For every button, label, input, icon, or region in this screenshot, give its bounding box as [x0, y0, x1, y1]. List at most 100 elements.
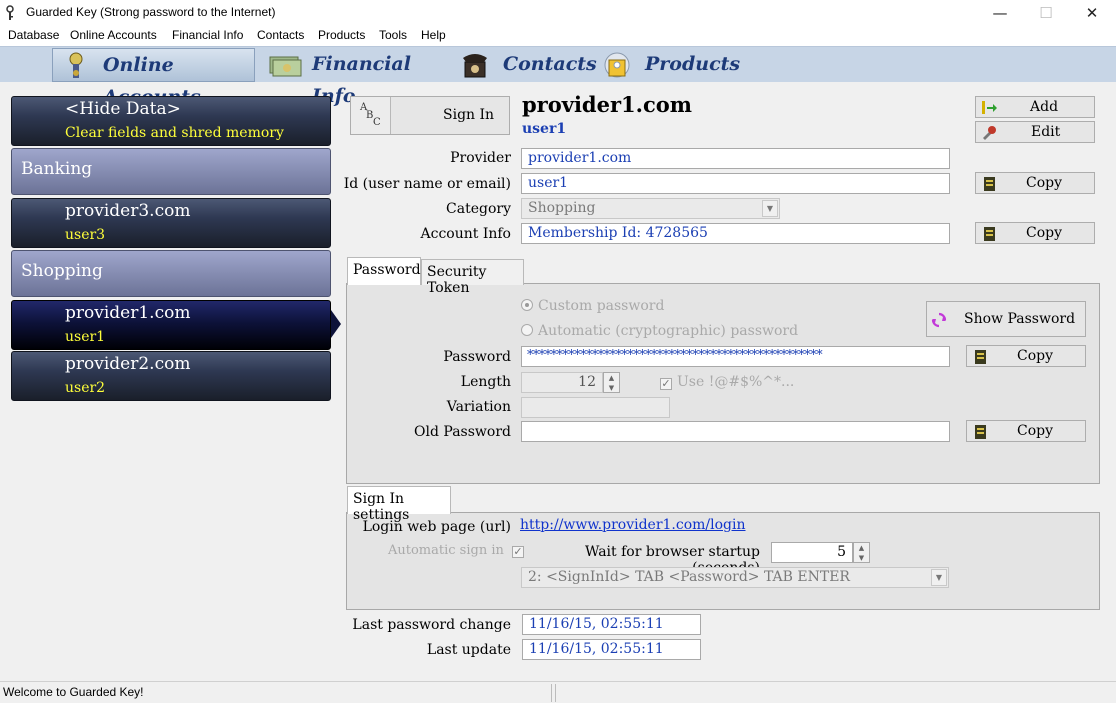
- tab-password[interactable]: Password: [347, 257, 421, 285]
- id-label: Id (user name or email): [343, 176, 511, 192]
- copy-id-button[interactable]: Copy: [975, 172, 1095, 194]
- account-user-subtitle: user1: [522, 121, 567, 137]
- category-label: Category: [446, 201, 511, 217]
- menu-database[interactable]: Database: [8, 28, 59, 42]
- old-password-field[interactable]: [521, 421, 950, 442]
- minimize-button[interactable]: —: [978, 0, 1022, 26]
- category-select[interactable]: Shopping ▼: [521, 198, 780, 219]
- copy-password-button[interactable]: Copy: [966, 345, 1086, 367]
- nav-contacts[interactable]: Contacts: [452, 48, 597, 82]
- length-spinner[interactable]: ▲ ▼: [603, 372, 620, 393]
- spin-up-icon: ▲: [858, 544, 865, 552]
- chevron-down-icon: ▼: [931, 569, 947, 586]
- nav-online-accounts[interactable]: Online Accounts: [52, 48, 255, 108]
- login-url-label: Login web page (url): [362, 519, 511, 535]
- sign-in-label: Sign In: [443, 107, 495, 123]
- length-field[interactable]: 12: [521, 372, 603, 393]
- account-name: provider3.com: [65, 201, 191, 221]
- add-arrow-icon: [982, 101, 997, 114]
- menu-help[interactable]: Help: [421, 28, 446, 42]
- copy-label: Copy: [1026, 225, 1063, 241]
- last-update-field: 11/16/15, 02:55:11: [522, 639, 701, 660]
- nav-products[interactable]: Products: [594, 48, 740, 82]
- list-item-provider3[interactable]: provider3.com user3: [11, 198, 331, 248]
- copy-clipboard-icon: [984, 227, 995, 241]
- copy-label: Copy: [1017, 348, 1054, 364]
- password-field[interactable]: ****************************************…: [521, 346, 950, 367]
- password-label: Password: [443, 349, 511, 365]
- hide-data-title: <Hide Data>: [65, 99, 181, 119]
- list-item-hide-data[interactable]: <Hide Data> Clear fields and shred memor…: [11, 96, 331, 146]
- key-person-icon: [69, 52, 83, 78]
- menu-financial-info[interactable]: Financial Info: [172, 28, 243, 42]
- old-password-label: Old Password: [414, 424, 511, 440]
- selection-arrow: [331, 310, 341, 338]
- sign-in-sequence-select[interactable]: 2: <SignInId> TAB <Password> TAB ENTER ▼: [521, 567, 949, 588]
- sign-in-button[interactable]: A B C Sign In: [350, 96, 510, 135]
- account-name: provider2.com: [65, 354, 191, 374]
- list-item-provider1-selected[interactable]: provider1.com user1: [11, 300, 331, 350]
- menu-online-accounts[interactable]: Online Accounts: [70, 28, 157, 42]
- use-symbols-checkbox[interactable]: ✓ Use !@#$%^*...: [660, 374, 794, 390]
- radio-indicator: [521, 299, 533, 311]
- custom-password-radio[interactable]: Custom password: [521, 298, 664, 314]
- sign-in-sequence-value: 2: <SignInId> TAB <Password> TAB ENTER: [528, 569, 850, 585]
- automatic-password-radio[interactable]: Automatic (cryptographic) password: [521, 323, 798, 339]
- status-bar: Welcome to Guarded Key!: [0, 681, 1116, 703]
- menu-tools[interactable]: Tools: [379, 28, 407, 42]
- add-label: Add: [1030, 99, 1059, 115]
- refresh-icon: [931, 312, 947, 328]
- copy-account-info-button[interactable]: Copy: [975, 222, 1095, 244]
- spin-up-icon: ▲: [608, 374, 615, 382]
- last-password-change-field: 11/16/15, 02:55:11: [522, 614, 701, 635]
- menu-bar: Database Online Accounts Financial Info …: [0, 26, 1116, 46]
- wait-startup-spinner[interactable]: ▲ ▼: [853, 542, 870, 563]
- login-url-link[interactable]: http://www.provider1.com/login: [520, 517, 746, 533]
- id-field[interactable]: user1: [521, 173, 950, 194]
- hide-data-subtitle: Clear fields and shred memory: [65, 125, 284, 141]
- tab-sign-in-settings[interactable]: Sign In settings: [347, 486, 451, 523]
- software-box-icon: [604, 52, 630, 78]
- copy-clipboard-icon: [975, 425, 986, 439]
- status-divider: [551, 684, 552, 702]
- custom-password-label: Custom password: [538, 298, 665, 314]
- edit-button[interactable]: Edit: [975, 121, 1095, 143]
- list-item-provider2[interactable]: provider2.com user2: [11, 351, 331, 401]
- title-bar: Guarded Key (Strong password to the Inte…: [0, 0, 1116, 26]
- status-divider: [555, 684, 556, 702]
- add-button[interactable]: Add: [975, 96, 1095, 118]
- group-label: Shopping: [21, 261, 103, 281]
- use-symbols-label: Use !@#$%^*...: [677, 374, 795, 390]
- copy-old-password-button[interactable]: Copy: [966, 420, 1086, 442]
- nav-contacts-label: Contacts: [503, 53, 597, 75]
- group-label: Banking: [21, 159, 93, 179]
- menu-contacts[interactable]: Contacts: [257, 28, 304, 42]
- tab-security-token[interactable]: Security Token: [421, 259, 524, 296]
- copy-label: Copy: [1017, 423, 1054, 439]
- automatic-sign-in-label: Automatic sign in: [388, 543, 504, 558]
- section-toolbar: Online Accounts Financial Info Contacts …: [0, 46, 1116, 108]
- length-label: Length: [460, 374, 511, 390]
- maximize-button[interactable]: ☐: [1024, 0, 1068, 26]
- variation-field[interactable]: [521, 397, 670, 418]
- account-name: provider1.com: [65, 303, 191, 323]
- copy-label: Copy: [1026, 175, 1063, 191]
- nav-financial-info[interactable]: Financial Info: [262, 48, 452, 107]
- variation-label: Variation: [446, 399, 511, 415]
- window-title: Guarded Key (Strong password to the Inte…: [26, 5, 276, 19]
- account-user: user3: [65, 227, 106, 243]
- automatic-sign-in-checkbox[interactable]: Automatic sign in ✓: [388, 543, 529, 558]
- provider-field[interactable]: provider1.com: [521, 148, 950, 169]
- status-text: Welcome to Guarded Key!: [3, 685, 144, 699]
- menu-products[interactable]: Products: [318, 28, 365, 42]
- list-group-shopping[interactable]: Shopping: [11, 250, 331, 297]
- copy-clipboard-icon: [984, 177, 995, 191]
- list-group-banking[interactable]: Banking: [11, 148, 331, 195]
- account-info-field[interactable]: Membership Id: 4728565: [521, 223, 950, 244]
- close-button[interactable]: ✕: [1070, 0, 1114, 26]
- show-password-button[interactable]: Show Password: [926, 301, 1086, 337]
- wait-startup-field[interactable]: 5: [771, 542, 853, 563]
- check-indicator: ✓: [660, 377, 672, 390]
- copy-clipboard-icon: [975, 350, 986, 364]
- telephone-icon: [463, 54, 487, 78]
